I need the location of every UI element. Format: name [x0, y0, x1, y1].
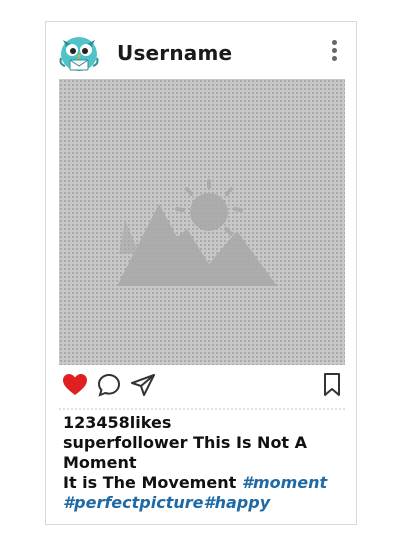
- hashtags[interactable]: #perfectpicture#happy: [63, 493, 355, 513]
- heart-icon[interactable]: [62, 372, 88, 402]
- username[interactable]: Username: [117, 41, 232, 65]
- kebab-menu-icon[interactable]: [328, 40, 340, 62]
- action-bar: [62, 372, 346, 400]
- caption: superfollower This Is Not A Moment It is…: [63, 433, 355, 513]
- caption-line: It is The Movement #moment: [63, 473, 355, 493]
- bird-avatar-icon: [59, 37, 99, 71]
- avatar[interactable]: [57, 30, 101, 74]
- post-card: Username 123458likes superfollower This …: [45, 21, 357, 525]
- caption-line: superfollower This Is Not A Moment: [63, 433, 308, 472]
- image-placeholder-icon: [117, 179, 277, 286]
- bookmark-icon[interactable]: [322, 372, 342, 402]
- likes-count[interactable]: 123458likes: [63, 413, 171, 432]
- divider: [59, 408, 345, 410]
- post-photo[interactable]: [59, 79, 345, 365]
- hashtag-moment[interactable]: #moment: [242, 473, 327, 492]
- comment-bubble-icon[interactable]: [96, 372, 122, 402]
- caption-text: It is The Movement: [63, 473, 237, 492]
- paper-plane-icon[interactable]: [130, 372, 156, 402]
